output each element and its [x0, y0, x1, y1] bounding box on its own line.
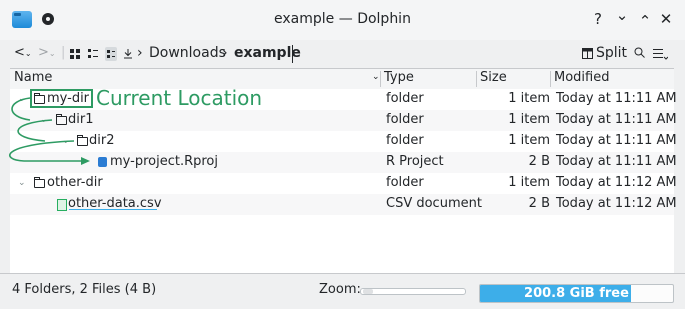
table-row[interactable]: ⌄ dir2 folder 1 item Today at 11:11 AM: [10, 131, 677, 152]
csv-file-icon: [57, 199, 67, 211]
file-modified: Today at 11:11 AM: [556, 91, 677, 106]
breadcrumb-separator-icon: ›: [137, 45, 143, 61]
search-icon[interactable]: [634, 47, 645, 58]
file-modified: Today at 11:12 AM: [556, 175, 677, 190]
help-button[interactable]: ?: [588, 10, 608, 28]
breadcrumb-example[interactable]: example: [234, 45, 301, 61]
close-button[interactable]: ✕: [656, 10, 676, 28]
chevron-down-icon[interactable]: ⌄: [18, 94, 26, 104]
file-modified: Today at 11:12 AM: [556, 196, 677, 211]
file-type: folder: [386, 112, 424, 127]
sort-chevron-icon[interactable]: ⌄: [372, 72, 380, 82]
file-list[interactable]: ⌄ my-dir folder 1 item Today at 11:11 AM…: [10, 89, 677, 273]
free-space-text: 200.8 GiB free: [524, 286, 629, 301]
file-type: CSV document: [386, 196, 482, 211]
compact-view-icon[interactable]: [88, 49, 98, 59]
column-divider[interactable]: [476, 71, 477, 87]
location-cursor: [292, 45, 293, 63]
dolphin-window: example — Dolphin ? ⌄ ⌃ ✕ <⌄ >⌄ | › Down…: [0, 0, 685, 309]
free-space-bar[interactable]: 200.8 GiB free: [479, 284, 674, 303]
r-project-icon: [98, 157, 107, 167]
status-bar: 4 Folders, 2 Files (4 B) Zoom: 200.8 GiB…: [0, 273, 685, 309]
file-modified: Today at 11:11 AM: [556, 133, 677, 148]
table-row[interactable]: other-data.csv CSV document 2 B Today at…: [10, 194, 677, 215]
icons-view-icon[interactable]: [70, 49, 80, 59]
hamburger-menu-icon[interactable]: [653, 48, 668, 60]
table-row[interactable]: ⌄ other-dir folder 1 item Today at 11:12…: [10, 173, 677, 194]
column-size[interactable]: Size: [480, 70, 507, 85]
column-type[interactable]: Type: [384, 70, 414, 85]
current-location-box: [30, 89, 93, 108]
chevron-down-icon[interactable]: ⌄: [62, 136, 70, 146]
file-name: other-dir: [47, 175, 103, 190]
file-modified: Today at 11:11 AM: [556, 154, 677, 169]
zoom-label: Zoom:: [319, 282, 361, 297]
file-type: R Project: [386, 154, 444, 169]
back-button[interactable]: <⌄: [14, 45, 32, 60]
file-name: my-project.Rproj: [110, 154, 218, 169]
chevron-down-icon[interactable]: ⌄: [40, 115, 48, 125]
file-size: 2 B: [528, 154, 550, 169]
file-name: dir1: [68, 112, 94, 127]
folder-icon: [56, 114, 67, 125]
column-modified[interactable]: Modified: [554, 70, 609, 85]
file-size: 1 item: [508, 91, 550, 106]
chevron-down-icon[interactable]: ⌄: [18, 178, 26, 188]
window-title: example — Dolphin: [274, 11, 411, 27]
current-location-label: Current Location: [96, 86, 263, 110]
column-name[interactable]: Name: [14, 70, 52, 85]
folder-icon: [34, 177, 45, 188]
download-icon[interactable]: [123, 49, 133, 59]
file-size: 1 item: [508, 112, 550, 127]
file-size: 1 item: [508, 175, 550, 190]
file-type: folder: [386, 175, 424, 190]
breadcrumb-downloads[interactable]: Downloads: [149, 45, 226, 61]
maximize-button[interactable]: ⌃: [635, 12, 655, 30]
zoom-slider-handle[interactable]: [363, 289, 373, 294]
table-row[interactable]: my-project.Rproj R Project 2 B Today at …: [10, 152, 677, 173]
breadcrumb-separator-icon: ›: [222, 45, 228, 61]
details-view-icon[interactable]: [105, 47, 117, 61]
table-row[interactable]: ⌄ dir1 folder 1 item Today at 11:11 AM: [10, 110, 677, 131]
split-icon[interactable]: [582, 48, 593, 59]
file-size: 2 B: [528, 196, 550, 211]
toolbar-separator: |: [61, 45, 66, 60]
status-summary: 4 Folders, 2 Files (4 B): [12, 282, 157, 297]
forward-button[interactable]: >⌄: [38, 45, 56, 60]
file-type: folder: [386, 91, 424, 106]
file-type: folder: [386, 133, 424, 148]
split-button[interactable]: Split: [596, 45, 627, 61]
column-divider[interactable]: [380, 71, 381, 87]
file-modified: Today at 11:11 AM: [556, 112, 677, 127]
minimize-button[interactable]: ⌄: [612, 6, 632, 24]
rename-underline: [69, 209, 157, 210]
column-divider[interactable]: [550, 71, 551, 87]
zoom-slider[interactable]: [360, 288, 466, 295]
file-size: 1 item: [508, 133, 550, 148]
folder-icon: [77, 135, 88, 146]
title-bar: example — Dolphin ? ⌄ ⌃ ✕: [0, 0, 685, 40]
file-name: dir2: [89, 133, 115, 148]
